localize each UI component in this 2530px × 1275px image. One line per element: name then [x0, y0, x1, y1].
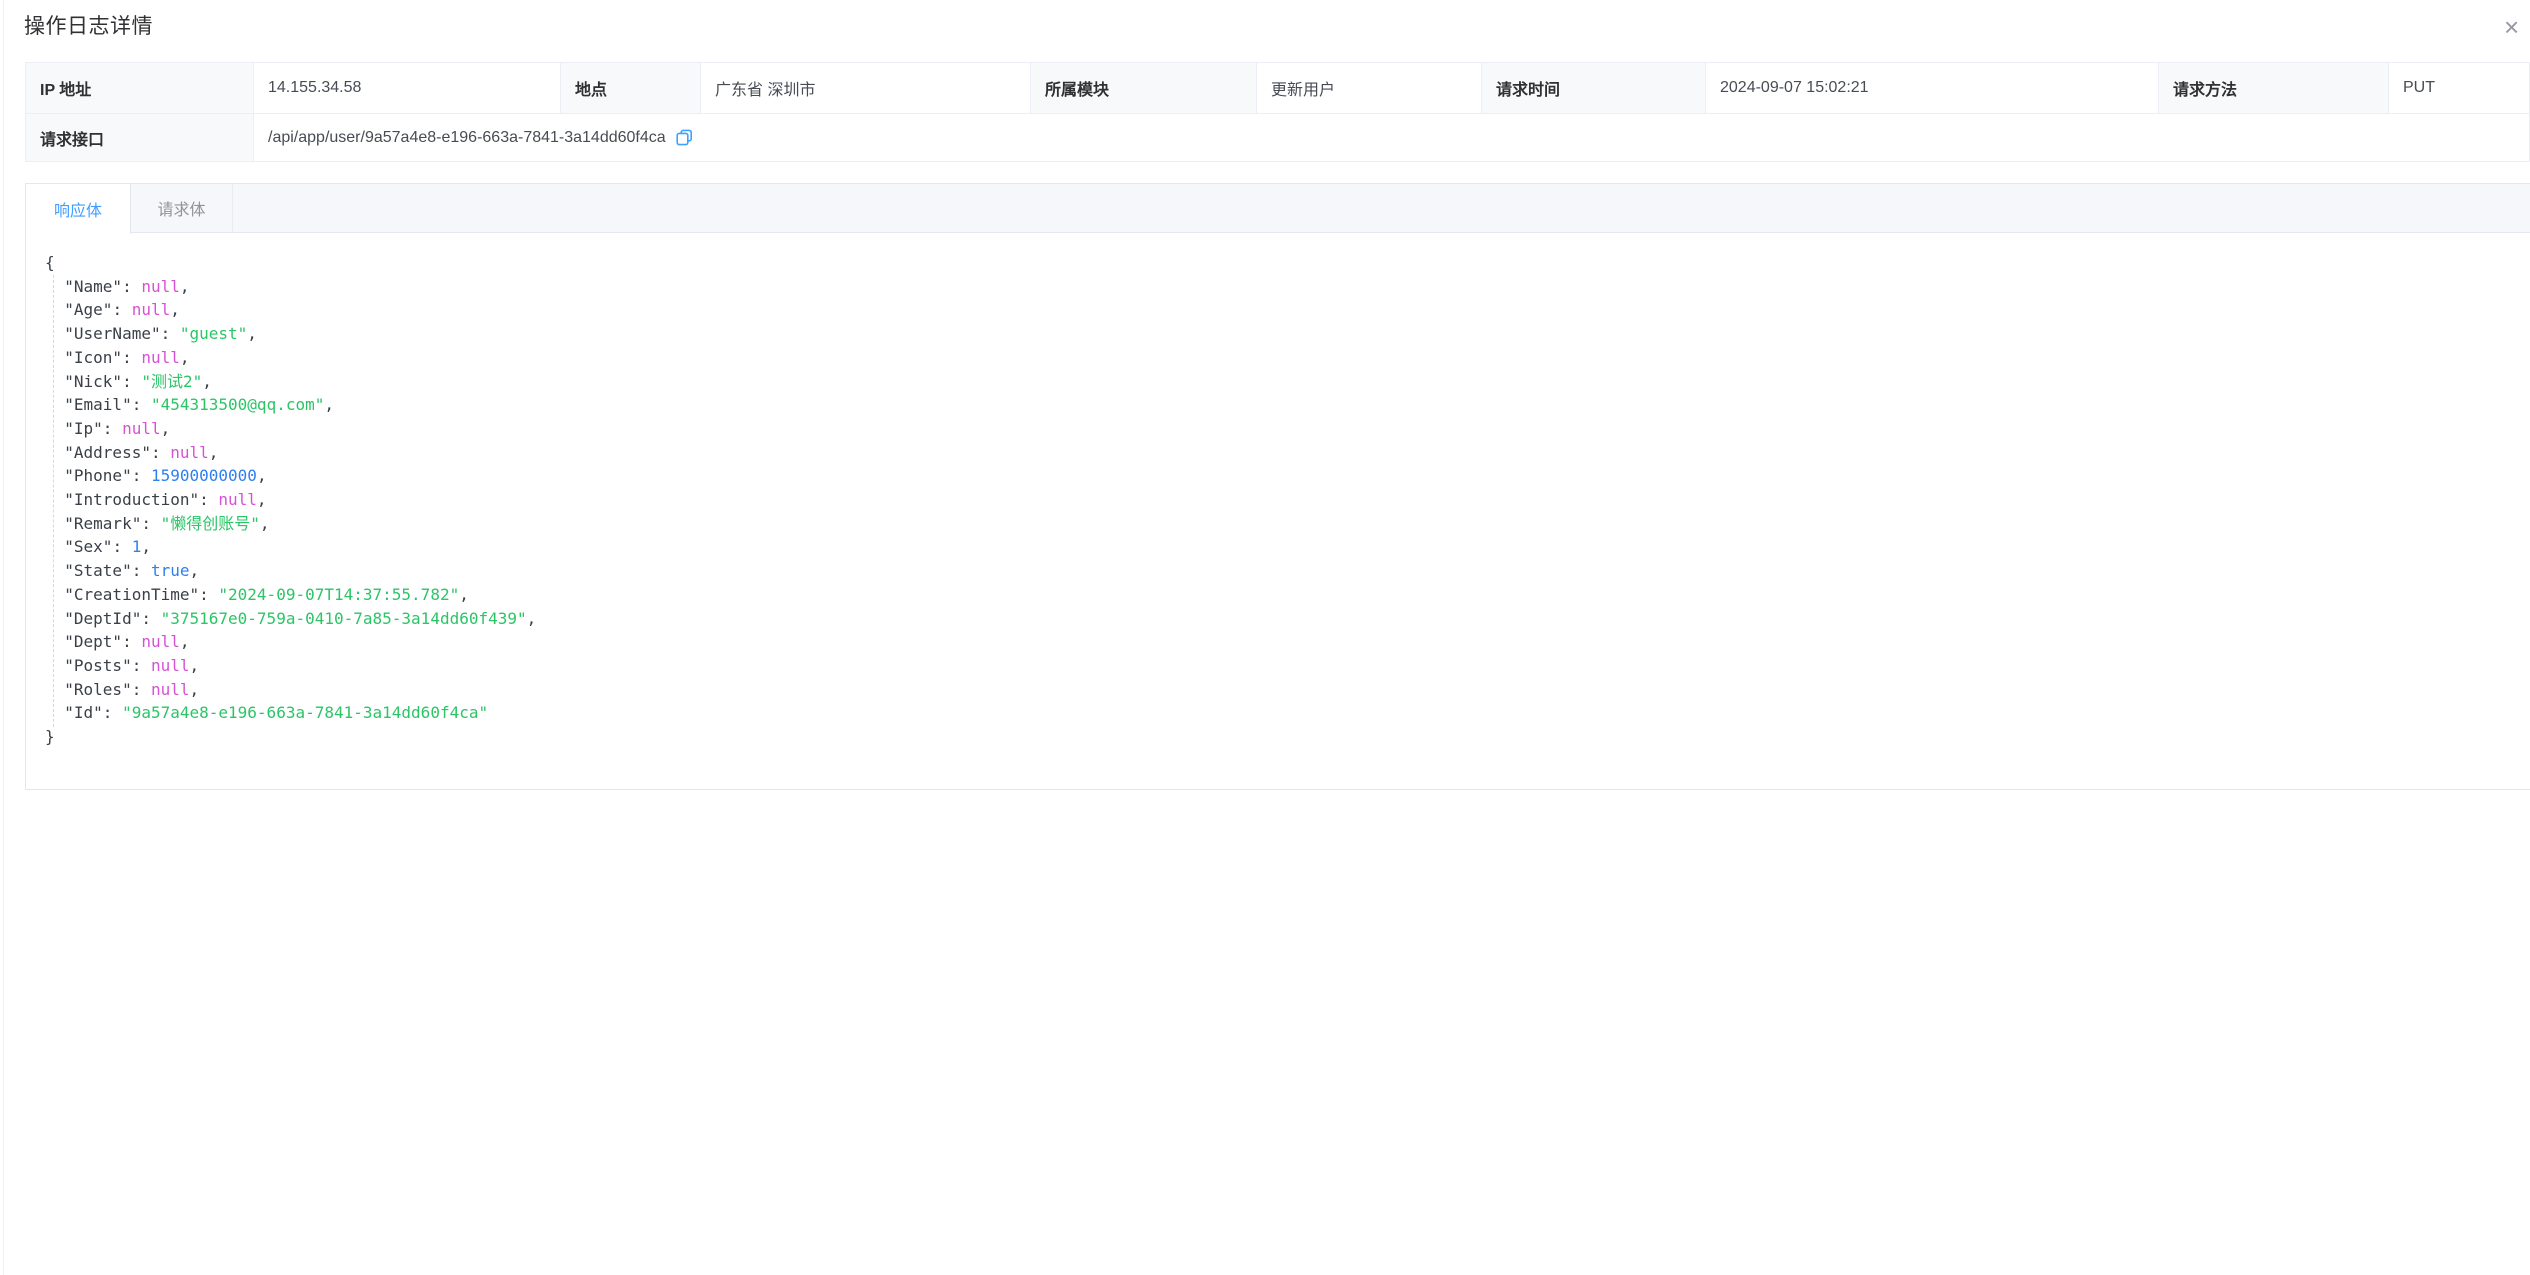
field-value-module: 更新用户 — [1257, 63, 1482, 114]
panel-left-divider — [3, 0, 4, 1275]
page-title: 操作日志详情 — [24, 10, 153, 40]
close-icon[interactable]: × — [2504, 14, 2530, 40]
tab-response-body[interactable]: 响应体 — [26, 184, 131, 234]
json-indent-guide — [53, 275, 54, 727]
response-body-viewer: { "Name": null, "Age": null, "UserName":… — [26, 233, 2530, 790]
field-value-request-api: /api/app/user/9a57a4e8-e196-663a-7841-3a… — [254, 114, 2530, 162]
tab-response-body-label: 响应体 — [54, 197, 102, 221]
response-json-code: { "Name": null, "Age": null, "UserName":… — [26, 233, 2530, 769]
log-detail-table: IP 地址 14.155.34.58 地点 广东省 深圳市 所属模块 更新用户 … — [25, 62, 2530, 162]
field-value-request-method: PUT — [2389, 63, 2530, 114]
field-value-location: 广东省 深圳市 — [701, 63, 1031, 114]
field-label-request-time: 请求时间 — [1482, 63, 1706, 114]
tabs-header: 响应体 请求体 — [26, 184, 2530, 233]
field-value-request-time: 2024-09-07 15:02:21 — [1706, 63, 2159, 114]
body-tabs-panel: 响应体 请求体 { "Name": null, "Age": null, "Us… — [25, 183, 2530, 790]
field-label-request-api: 请求接口 — [26, 114, 254, 162]
field-label-request-method: 请求方法 — [2159, 63, 2389, 114]
field-label-ip: IP 地址 — [26, 63, 254, 114]
copy-document-icon[interactable] — [676, 129, 693, 146]
request-api-url: /api/app/user/9a57a4e8-e196-663a-7841-3a… — [268, 129, 666, 147]
tab-request-body-label: 请求体 — [157, 196, 205, 220]
field-label-module: 所属模块 — [1031, 63, 1257, 114]
field-value-ip: 14.155.34.58 — [254, 63, 561, 114]
field-label-location: 地点 — [561, 63, 701, 114]
tab-request-body[interactable]: 请求体 — [131, 184, 233, 232]
